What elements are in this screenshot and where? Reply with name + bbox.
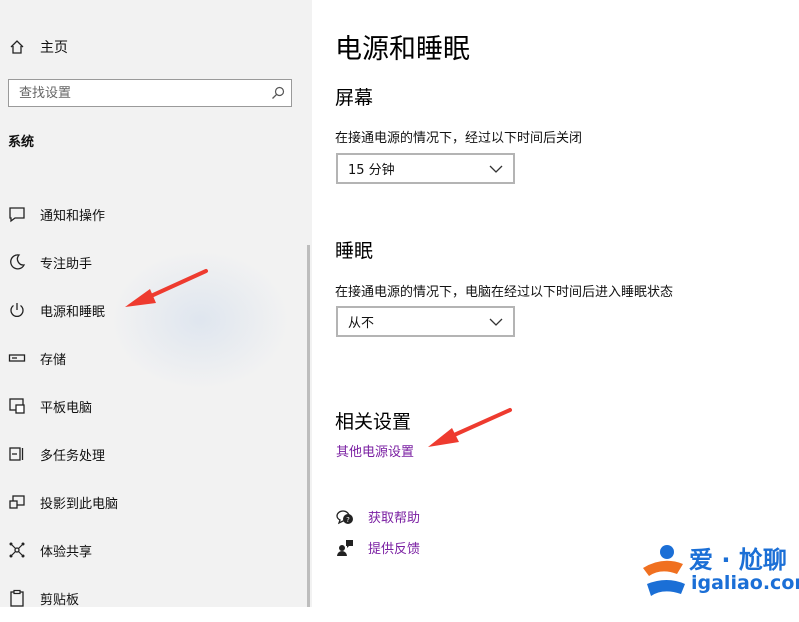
annotation-arrows [125, 269, 512, 447]
annotation-arrow-link [428, 408, 512, 447]
watermark-logo [643, 545, 685, 596]
watermark: 爱 · 尬聊 igaliao.com [637, 538, 799, 604]
watermark-url: igaliao.com [691, 572, 799, 594]
annotation-arrow-power [125, 269, 208, 307]
watermark-title: 爱 · 尬聊 [689, 546, 787, 574]
